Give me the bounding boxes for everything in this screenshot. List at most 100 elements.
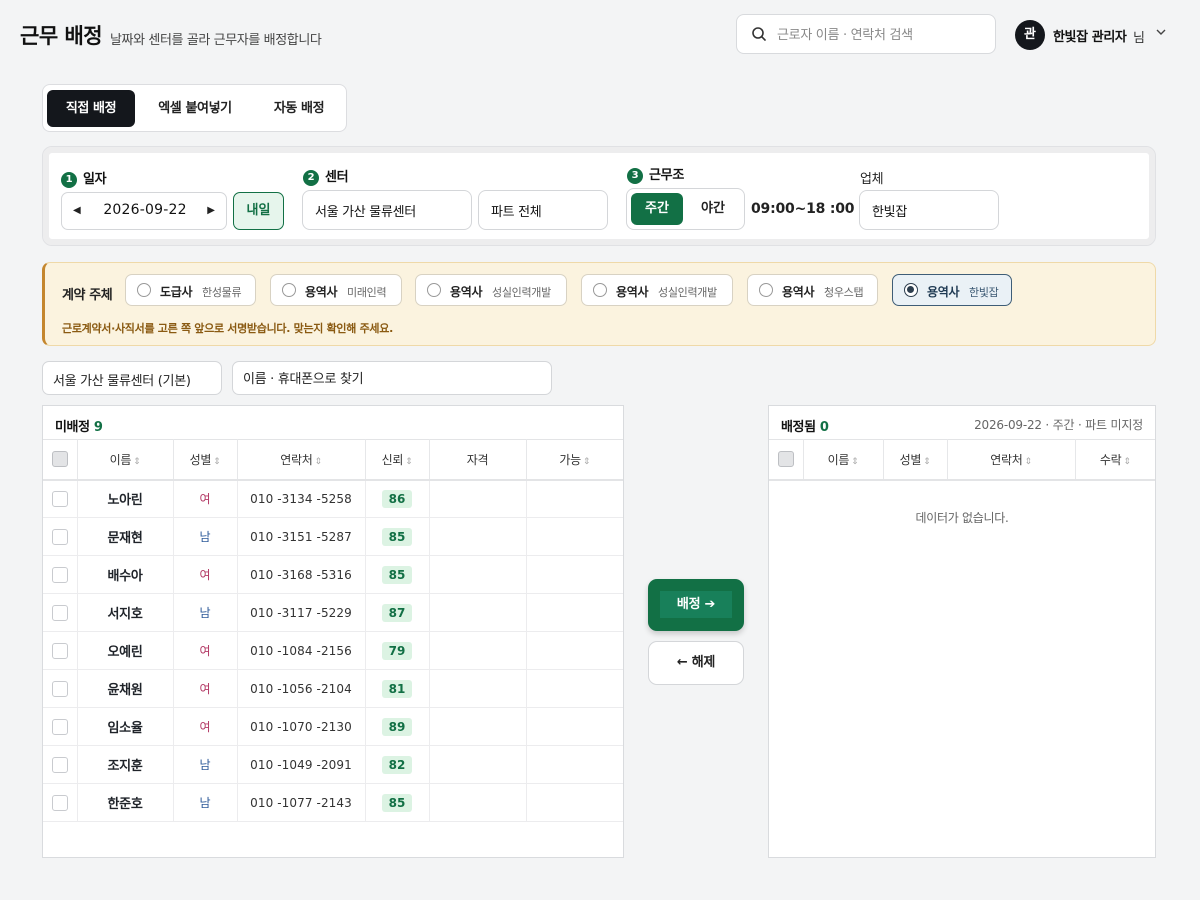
- table-row[interactable]: 배수아 여 010 -3168 -5316 85: [43, 555, 623, 594]
- contract-option[interactable]: 용역사 성실인력개발: [415, 274, 567, 306]
- col-accept[interactable]: 수락 ⇕: [1075, 439, 1155, 481]
- sort-icon: ⇕: [314, 456, 322, 467]
- list-search-box[interactable]: [232, 361, 552, 395]
- table-row[interactable]: 서지호 남 010 -3117 -5229 87: [43, 593, 623, 632]
- col-name[interactable]: 이름 ⇕: [77, 439, 174, 481]
- table-row[interactable]: 임소율 여 010 -1070 -2130 89: [43, 707, 623, 746]
- vendor-select[interactable]: 한빛잡: [859, 190, 999, 230]
- row-checkbox[interactable]: [51, 794, 68, 811]
- shift-step-label: 3 근무조: [627, 164, 684, 184]
- assigned-table: 이름 ⇕ 성별 ⇕ 연락처 ⇕ 수락 ⇕: [769, 439, 1155, 481]
- assign-button[interactable]: 배정 ➔: [648, 579, 744, 631]
- list-search-input[interactable]: [243, 368, 543, 390]
- row-checkbox[interactable]: [51, 642, 68, 659]
- search-input[interactable]: [777, 23, 987, 47]
- worker-gender: 여: [173, 555, 238, 594]
- contract-option[interactable]: 용역사 청우스탭: [747, 274, 878, 306]
- vendor-label: 업체: [860, 172, 884, 187]
- col-phone[interactable]: 연락처 ⇕: [237, 439, 366, 481]
- col-gender[interactable]: 성별 ⇕: [883, 439, 948, 481]
- worker-phone: 010 -1049 -2091: [237, 745, 366, 784]
- table-row[interactable]: 노아린 여 010 -3134 -5258 86: [43, 479, 623, 518]
- contract-option[interactable]: 용역사 성실인력개발: [581, 274, 733, 306]
- available-cell: [526, 555, 623, 594]
- unassigned-count: 9: [93, 420, 103, 435]
- radio-icon: [137, 283, 151, 297]
- col-name[interactable]: 이름 ⇕: [803, 439, 884, 481]
- select-all-checkbox[interactable]: [777, 451, 794, 468]
- trust-score-badge: 85: [382, 793, 412, 812]
- user-suffix: 님: [1133, 31, 1145, 46]
- tomorrow-button[interactable]: 내일: [233, 192, 284, 230]
- row-checkbox[interactable]: [51, 756, 68, 773]
- trust-cell: 89: [365, 707, 430, 746]
- worker-name: 노아린: [77, 479, 174, 518]
- shift-night-button[interactable]: 야간: [687, 193, 739, 225]
- row-checkbox-cell: [43, 517, 78, 556]
- row-checkbox-cell: [43, 479, 78, 518]
- tab-excel-paste[interactable]: 엑셀 붙여넣기: [140, 90, 250, 127]
- center-select[interactable]: 서울 가산 물류센터: [302, 190, 472, 230]
- select-all-checkbox[interactable]: [51, 451, 68, 468]
- row-checkbox[interactable]: [51, 680, 68, 697]
- sort-icon: ⇕: [923, 456, 931, 467]
- assign-label: 배정: [676, 597, 701, 612]
- list-center-select[interactable]: 서울 가산 물류센터 (기본): [42, 361, 222, 395]
- contract-option-selected[interactable]: 용역사 한빛잡: [892, 274, 1012, 306]
- trust-score-badge: 89: [382, 717, 412, 736]
- release-button[interactable]: ← 해제: [648, 641, 744, 685]
- empty-message: 데이터가 없습니다.: [915, 511, 1009, 525]
- part-select[interactable]: 파트 전체: [478, 190, 608, 230]
- contract-kind: 용역사: [782, 285, 815, 299]
- chevron-down-icon[interactable]: [1155, 27, 1167, 37]
- search-box[interactable]: [736, 14, 996, 54]
- assigned-meta: 2026-09-22 · 주간 · 파트 미지정: [974, 418, 1143, 432]
- table-row[interactable]: 오예린 여 010 -1084 -2156 79: [43, 631, 623, 670]
- table-row[interactable]: 윤채원 여 010 -1056 -2104 81: [43, 669, 623, 708]
- trust-score-badge: 82: [382, 755, 412, 774]
- row-checkbox[interactable]: [51, 528, 68, 545]
- trust-cell: 85: [365, 783, 430, 822]
- contract-company: 청우스탭: [824, 286, 864, 299]
- col-phone[interactable]: 연락처 ⇕: [947, 439, 1076, 481]
- col-gender[interactable]: 성별 ⇕: [173, 439, 238, 481]
- row-checkbox-cell: [43, 707, 78, 746]
- worker-name: 조지훈: [77, 745, 174, 784]
- table-row[interactable]: 문재현 남 010 -3151 -5287 85: [43, 517, 623, 556]
- col-name-label: 이름: [827, 452, 850, 467]
- col-trust[interactable]: 신뢰 ⇕: [365, 439, 430, 481]
- worker-phone: 010 -3134 -5258: [237, 479, 366, 518]
- available-cell: [526, 707, 623, 746]
- contract-company: 한성물류: [202, 286, 242, 299]
- date-value: 2026-09-22: [103, 202, 187, 218]
- tab-direct-assign[interactable]: 직접 배정: [47, 90, 135, 127]
- contract-option[interactable]: 용역사 미래인력: [270, 274, 402, 306]
- arrow-left-icon: ←: [676, 655, 688, 670]
- search-icon: [752, 27, 766, 41]
- assign-button-inner: 배정 ➔: [660, 591, 732, 618]
- col-gender-label: 성별: [899, 452, 922, 467]
- row-checkbox[interactable]: [51, 604, 68, 621]
- next-day-icon[interactable]: ▶: [207, 205, 215, 216]
- unassigned-title: 미배정 9: [55, 416, 103, 435]
- trust-cell: 86: [365, 479, 430, 518]
- worker-gender: 여: [173, 669, 238, 708]
- col-phone-label: 연락처: [280, 452, 313, 467]
- trust-cell: 79: [365, 631, 430, 670]
- col-available[interactable]: 가능 ⇕: [526, 439, 623, 481]
- row-checkbox[interactable]: [51, 718, 68, 735]
- avatar[interactable]: 관: [1015, 20, 1045, 50]
- row-checkbox-cell: [43, 669, 78, 708]
- worker-phone: 010 -3151 -5287: [237, 517, 366, 556]
- shift-day-button[interactable]: 주간: [631, 193, 683, 225]
- tab-auto-assign[interactable]: 자동 배정: [255, 90, 343, 127]
- assigned-count: 0: [819, 420, 829, 435]
- row-checkbox[interactable]: [51, 490, 68, 507]
- table-row[interactable]: 조지훈 남 010 -1049 -2091 82: [43, 745, 623, 784]
- date-picker[interactable]: ◀ 2026-09-22 ▶: [61, 192, 227, 230]
- contract-option[interactable]: 도급사 한성물류: [125, 274, 256, 306]
- row-checkbox[interactable]: [51, 566, 68, 583]
- table-row[interactable]: 한준호 남 010 -1077 -2143 85: [43, 783, 623, 822]
- user-name[interactable]: 한빛잡 관리자: [1053, 26, 1127, 45]
- col-qualification: 자격: [429, 439, 527, 481]
